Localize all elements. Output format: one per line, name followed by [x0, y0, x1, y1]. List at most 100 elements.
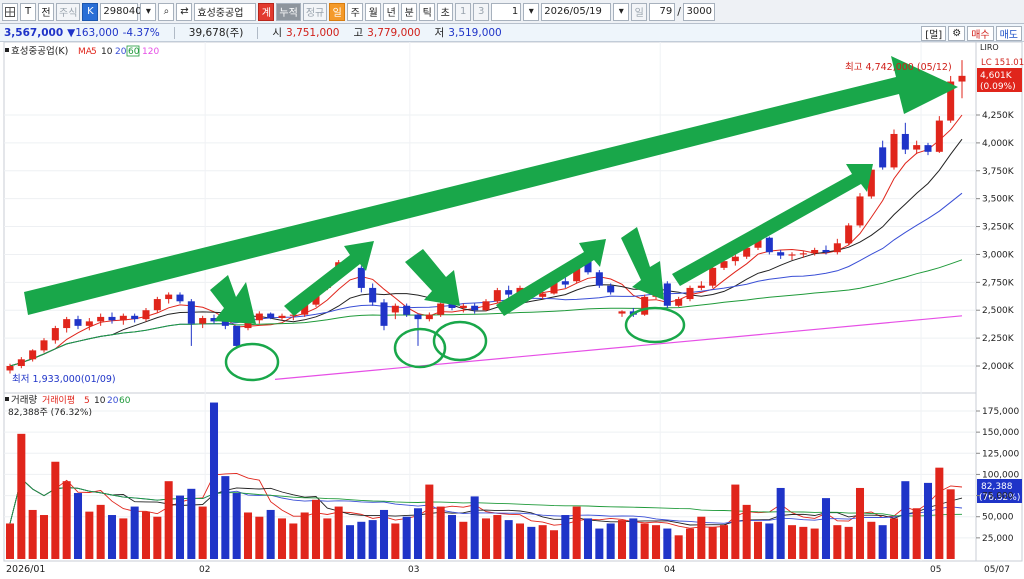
period-tick[interactable]: 틱 [419, 2, 436, 21]
candle-body [233, 325, 241, 346]
k-button[interactable]: K [82, 2, 99, 21]
period-day[interactable]: 일 [329, 2, 346, 21]
right-buttons: [멀] ⚙ 매수 매도 [921, 26, 1022, 41]
volume-bar [17, 433, 26, 559]
jeon-button[interactable]: 전 [38, 2, 54, 21]
candle-body [425, 314, 433, 320]
price-tick-label: 4,250K [982, 111, 1015, 121]
buy-button[interactable]: 매수 [967, 26, 994, 41]
price-tick-label: 2,000K [982, 362, 1015, 372]
volume-bar [5, 523, 15, 559]
nuljeok-button[interactable]: 누적 [276, 2, 301, 21]
top-label: LIRO [980, 43, 999, 52]
volume-bar [357, 521, 366, 559]
volume-tick-label: 100,000 [982, 470, 1019, 480]
stock-tab[interactable]: 주식 [56, 2, 81, 21]
volume-bar [447, 515, 457, 559]
volume-bar [527, 526, 536, 559]
candle-body [29, 350, 37, 360]
volume-bar [311, 499, 321, 559]
interval-select[interactable]: 1 [491, 2, 522, 21]
volume-bar [425, 484, 434, 559]
candle-body [493, 290, 501, 302]
count-input[interactable]: 79 [649, 2, 676, 21]
grid-icon[interactable] [2, 2, 18, 21]
candle-body [822, 249, 830, 253]
volume-bar [391, 523, 400, 559]
layout-button[interactable]: [멀] [921, 26, 947, 41]
stock-name-field[interactable]: 효성중공업 [194, 2, 257, 21]
volume-bar [719, 525, 729, 559]
chevron-down-icon[interactable]: ▾ [140, 2, 157, 21]
volume-bar [51, 461, 60, 559]
calendar-icon[interactable]: ▾ [613, 2, 630, 21]
current-price-tag-pct: (0.09%) [980, 82, 1016, 92]
chevron-down-icon[interactable]: ▾ [523, 2, 540, 21]
candle-body [176, 294, 184, 302]
volume-bar [107, 515, 117, 559]
gear-icon[interactable]: ⚙ [948, 26, 966, 41]
num-3-button[interactable]: 3 [473, 2, 490, 21]
stock-chart[interactable]: 효성중공업(K) MA 5 10 20 60 120 거래량 거래이평 5 10… [0, 41, 1024, 576]
volume-bar [96, 504, 105, 559]
volume-bar [187, 488, 196, 559]
volume-bar [889, 518, 899, 559]
candle-body [731, 256, 739, 262]
candle-body [675, 299, 683, 306]
period-month[interactable]: 월 [365, 2, 382, 21]
candle-body [131, 315, 139, 320]
volume-bar [595, 528, 604, 559]
volume-bar [923, 482, 933, 559]
volume-bar [232, 493, 241, 559]
total-input[interactable]: 3000 [682, 2, 715, 21]
num-1-button[interactable]: 1 [455, 2, 472, 21]
volume-bar [787, 525, 797, 559]
price-tick-label: 2,750K [982, 278, 1015, 288]
candle-body [153, 299, 161, 311]
t-button[interactable]: T [20, 2, 36, 21]
period-minute[interactable]: 분 [401, 2, 418, 21]
period-second[interactable]: 초 [437, 2, 454, 21]
volume-bar [855, 487, 865, 559]
volume-bar [402, 516, 411, 559]
volume-ma10: 10 [94, 396, 106, 406]
volume-bar [379, 509, 389, 559]
legend-ma60: 60 [128, 47, 140, 57]
volume-bar [674, 535, 683, 559]
gye-button[interactable]: 계 [258, 2, 275, 21]
volume-bar [685, 528, 695, 559]
candle-body [505, 290, 513, 295]
volume-bar [935, 467, 944, 559]
candle-body [890, 133, 898, 168]
volume-ma5: 5 [84, 396, 90, 406]
volume-bar [459, 521, 468, 559]
price-tick-label: 3,500K [982, 195, 1015, 205]
period-year[interactable]: 년 [383, 2, 400, 21]
search-icon[interactable]: ⌕ [158, 2, 175, 21]
volume-bar [833, 525, 842, 559]
swap-icon[interactable]: ⇄ [176, 2, 193, 21]
volume-tick-label: 25,000 [982, 534, 1014, 544]
candle-body [357, 267, 365, 288]
candle-body [221, 321, 229, 326]
volume-bar [583, 518, 593, 559]
volume-bar [130, 506, 139, 559]
low-annotation: 최저 1,933,000(01/09) [12, 374, 116, 385]
volume-bar [255, 516, 264, 559]
period-week[interactable]: 주 [347, 2, 364, 21]
volume-bar [810, 528, 819, 559]
chart-area[interactable]: 효성중공업(K) MA 5 10 20 60 120 거래량 거래이평 5 10… [0, 41, 1024, 576]
legend-ma20: 20 [115, 47, 127, 57]
date-input[interactable]: 2026/05/19 [541, 2, 612, 21]
volume-bar [515, 523, 525, 559]
candle-body [187, 301, 195, 324]
volume-tick-label: 75,000 [982, 492, 1014, 502]
sell-button[interactable]: 매도 [995, 26, 1022, 41]
volume-bar [629, 518, 638, 559]
jeonggu-button[interactable]: 정규 [302, 2, 328, 21]
candle-body [788, 254, 796, 256]
candle-body [165, 294, 173, 300]
volume-bar [912, 508, 921, 559]
volume-bar [436, 506, 445, 559]
code-input[interactable]: 298040 [100, 2, 142, 21]
